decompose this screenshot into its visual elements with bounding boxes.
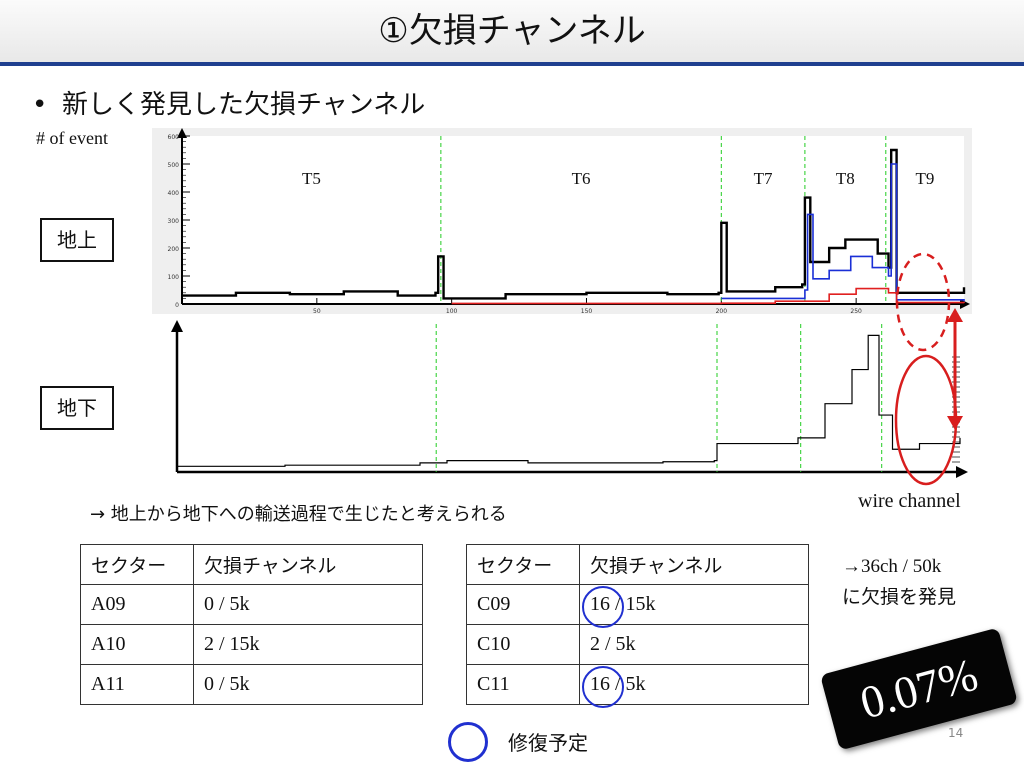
cell-sector: A11 [80, 664, 194, 705]
ground-y-tick-label: 200 [168, 246, 180, 253]
ground-x-tick-label: 200 [716, 308, 728, 314]
header-sector: セクター [80, 544, 194, 585]
table-c-sectors: セクター 欠損チャンネル C09 16 / 15k C10 2 / 5k C11… [466, 544, 809, 705]
ground-y-tick-label: 400 [168, 190, 180, 197]
ground-x-tick-label: 150 [581, 308, 593, 314]
underground-y-arrowhead [171, 320, 183, 332]
header-sector: セクター [466, 544, 580, 585]
table-row: C11 16 / 5k [466, 664, 809, 705]
underground-x-arrowhead [956, 466, 968, 478]
y-axis-label: # of event [36, 128, 108, 148]
ground-y-tick-label: 600 [168, 134, 180, 141]
ground-y-tick-label: 100 [168, 274, 180, 281]
ground-y-tick-label: 0 [175, 302, 179, 309]
underground-label: 地下 [40, 386, 114, 430]
cell-missing: 0 / 5k [193, 584, 423, 625]
bullet-dot: • [32, 90, 48, 120]
summary-note-line2: に欠損を発見 [842, 586, 957, 608]
cell-missing: 2 / 5k [579, 624, 809, 665]
missing-rate-badge: 0.07% [820, 627, 1018, 751]
ground-x-tick-label: 100 [446, 308, 458, 314]
ground-label: 地上 [40, 218, 114, 262]
ground-x-tick-label: 50 [313, 308, 321, 314]
underground-axes [171, 320, 968, 478]
table-header-row: セクター 欠損チャンネル [466, 544, 809, 585]
page-number: 14 [948, 726, 964, 740]
header-missing: 欠損チャンネル [579, 544, 809, 585]
cell-missing: 16 / 5k [579, 664, 809, 705]
underground-series [177, 334, 961, 467]
summary-note: →36ch / 50k に欠損を発見 [842, 552, 956, 612]
underground-histogram-svg [171, 320, 968, 478]
section-label-t5: T5 [302, 169, 321, 188]
table-header-row: セクター 欠損チャンネル [80, 544, 423, 585]
table-row: C09 16 / 15k [466, 584, 809, 625]
underground-section-dividers [435, 324, 883, 472]
ground-histogram: 0 100 200 300 400 500 600 50 100 150 200 250 T5 T6 T7… [152, 128, 972, 315]
cell-missing: 2 / 15k [193, 624, 423, 665]
ground-y-tick-label: 300 [168, 218, 180, 225]
x-axis-label: wire channel [858, 490, 961, 512]
table-row: C10 2 / 5k [466, 624, 809, 665]
table-row: A10 2 / 15k [80, 624, 423, 665]
header-missing: 欠損チャンネル [193, 544, 423, 585]
ground-y-tick-label: 500 [168, 162, 180, 169]
ground-x-tick-label: 250 [850, 308, 862, 314]
underground-histogram [160, 318, 972, 483]
cell-sector: C09 [466, 584, 580, 625]
slide-title: ①欠損チャンネル [0, 0, 1024, 62]
summary-note-line1: →36ch / 50k [842, 556, 942, 577]
cell-sector: A10 [80, 624, 194, 665]
legend-text: 修復予定 [508, 731, 588, 755]
table-row: A09 0 / 5k [80, 584, 423, 625]
bullet-heading: • 新しく発見した欠損チャンネル [32, 84, 425, 121]
legend-circle-icon [448, 722, 488, 762]
ground-axes: 0 100 200 300 400 500 600 50 100 150 200 250 [168, 128, 970, 315]
section-label-t7: T7 [754, 169, 773, 188]
ground-histogram-svg: 0 100 200 300 400 500 600 50 100 150 200 250 T5 T6 T7… [168, 128, 970, 315]
section-label-t8: T8 [836, 169, 855, 188]
ground-plot-area [182, 136, 964, 304]
title-rule [0, 62, 1024, 66]
section-label-t6: T6 [572, 169, 591, 188]
conclusion-text: → 地上から地下への輸送過程で生じたと考えられる [90, 504, 507, 525]
cell-sector: C11 [466, 664, 580, 705]
cell-missing: 0 / 5k [193, 664, 423, 705]
table-a-sectors: セクター 欠損チャンネル A09 0 / 5k A10 2 / 15k A11 … [80, 544, 423, 705]
cell-missing: 16 / 15k [579, 584, 809, 625]
underground-series-black [177, 334, 961, 467]
bullet-text: 新しく発見した欠損チャンネル [62, 90, 426, 120]
cell-sector: C10 [466, 624, 580, 665]
section-label-t9: T9 [915, 169, 934, 188]
cell-sector: A09 [80, 584, 194, 625]
table-row: A11 0 / 5k [80, 664, 423, 705]
